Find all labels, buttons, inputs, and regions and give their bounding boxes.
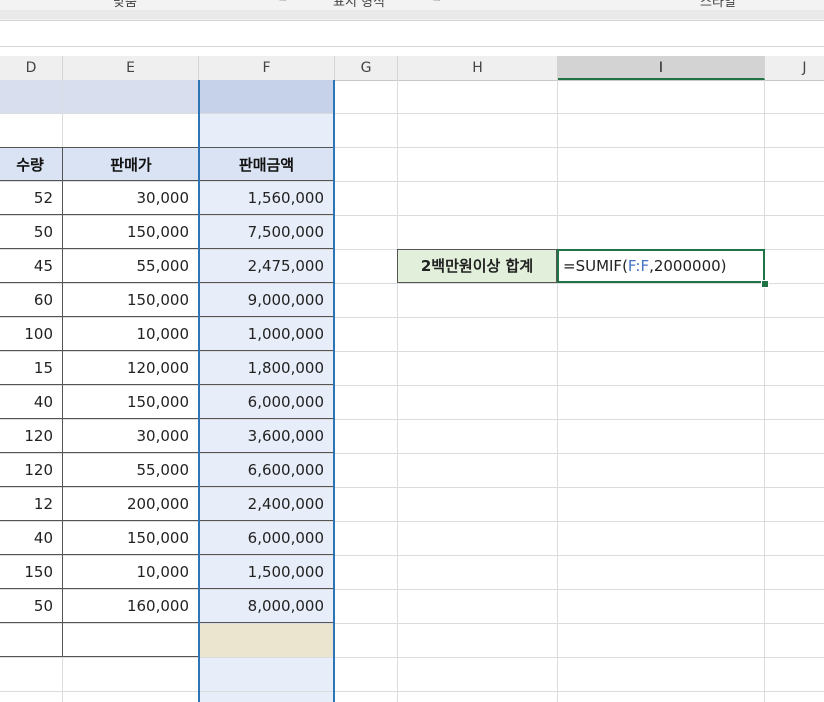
- title-band-cell-f[interactable]: [199, 80, 334, 113]
- column-header-e[interactable]: E: [63, 56, 199, 80]
- price-cell[interactable]: 30,000: [62, 419, 199, 453]
- price-cell[interactable]: 55,000: [62, 249, 199, 283]
- ribbon-group-number-format[interactable]: 표시 형식: [333, 0, 385, 10]
- worksheet-grid[interactable]: 수량 판매가 판매금액 52 30,000 1,560,000 50 150,0…: [0, 80, 824, 702]
- column-header-d[interactable]: D: [0, 56, 63, 80]
- gridline: [764, 80, 765, 702]
- qty-cell[interactable]: 15: [0, 351, 63, 385]
- formula-bar-area[interactable]: [0, 21, 824, 47]
- gridline: [0, 113, 824, 114]
- price-cell[interactable]: 150,000: [62, 521, 199, 555]
- fill-handle[interactable]: [761, 280, 769, 288]
- amount-cell[interactable]: 1,800,000: [198, 351, 335, 385]
- qty-cell[interactable]: 52: [0, 181, 63, 215]
- gridline: [0, 691, 824, 692]
- ribbon-group-alignment[interactable]: 맞춤: [113, 0, 137, 10]
- qty-cell[interactable]: 120: [0, 453, 63, 487]
- amount-cell[interactable]: 6,000,000: [198, 385, 335, 419]
- ribbon-group-styles[interactable]: 스타일: [700, 0, 736, 10]
- qty-cell[interactable]: 120: [0, 419, 63, 453]
- qty-cell[interactable]: 12: [0, 487, 63, 521]
- price-cell[interactable]: 150,000: [62, 215, 199, 249]
- alignment-dialog-launcher-icon[interactable]: ⇲: [279, 0, 287, 4]
- price-cell[interactable]: 160,000: [62, 589, 199, 623]
- price-cell[interactable]: 55,000: [62, 453, 199, 487]
- column-header-i[interactable]: I: [558, 56, 765, 80]
- formula-suffix: ,2000000): [649, 257, 727, 275]
- title-band-cell[interactable]: [0, 80, 198, 113]
- selection-border-right: [333, 80, 335, 702]
- amount-cell[interactable]: 6,600,000: [198, 453, 335, 487]
- gridline: [0, 657, 824, 658]
- amount-cell[interactable]: 7,500,000: [198, 215, 335, 249]
- amount-cell[interactable]: 1,000,000: [198, 317, 335, 351]
- column-header-g[interactable]: G: [335, 56, 398, 80]
- qty-cell[interactable]: 50: [0, 589, 63, 623]
- price-cell[interactable]: 10,000: [62, 555, 199, 589]
- amount-cell[interactable]: 3,600,000: [198, 419, 335, 453]
- amount-cell[interactable]: 8,000,000: [198, 589, 335, 623]
- qty-cell[interactable]: 40: [0, 385, 63, 419]
- header-price[interactable]: 판매가: [62, 147, 199, 181]
- qty-cell[interactable]: 60: [0, 283, 63, 317]
- header-qty[interactable]: 수량: [0, 147, 63, 181]
- total-qty-cell[interactable]: [0, 623, 63, 657]
- ribbon-area: 맞춤 ⇲ 표시 형식 ⇲ 스타일: [0, 0, 824, 21]
- qty-cell[interactable]: 150: [0, 555, 63, 589]
- total-price-cell[interactable]: [62, 623, 199, 657]
- qty-cell[interactable]: 45: [0, 249, 63, 283]
- amount-cell[interactable]: 6,000,000: [198, 521, 335, 555]
- ribbon-bottom-bar: [0, 10, 824, 19]
- qty-cell[interactable]: 50: [0, 215, 63, 249]
- number-format-dialog-launcher-icon[interactable]: ⇲: [433, 0, 441, 4]
- price-cell[interactable]: 30,000: [62, 181, 199, 215]
- criteria-label-cell[interactable]: 2백만원이상 합계: [397, 249, 557, 283]
- amount-cell[interactable]: 9,000,000: [198, 283, 335, 317]
- amount-cell[interactable]: 2,400,000: [198, 487, 335, 521]
- price-cell[interactable]: 10,000: [62, 317, 199, 351]
- price-cell[interactable]: 200,000: [62, 487, 199, 521]
- total-amount-cell[interactable]: [200, 624, 333, 657]
- gridline: [557, 80, 558, 702]
- formula-prefix: =SUMIF(: [563, 257, 628, 275]
- amount-cell[interactable]: 1,500,000: [198, 555, 335, 589]
- selection-border-left: [198, 80, 200, 702]
- gridline: [397, 80, 398, 702]
- header-amount[interactable]: 판매금액: [198, 147, 335, 181]
- column-header-f[interactable]: F: [199, 56, 335, 80]
- price-cell[interactable]: 150,000: [62, 385, 199, 419]
- column-header-row: D E F G H I J: [0, 56, 824, 81]
- price-cell[interactable]: 150,000: [62, 283, 199, 317]
- qty-cell[interactable]: 100: [0, 317, 63, 351]
- qty-cell[interactable]: 40: [0, 521, 63, 555]
- column-header-h[interactable]: H: [398, 56, 558, 80]
- amount-cell[interactable]: 1,560,000: [198, 181, 335, 215]
- formula-range-reference: F:F: [627, 257, 650, 275]
- amount-cell[interactable]: 2,475,000: [198, 249, 335, 283]
- price-cell[interactable]: 120,000: [62, 351, 199, 385]
- column-header-j[interactable]: J: [765, 56, 824, 80]
- active-formula-cell[interactable]: =SUMIF(F:F,2000000): [557, 249, 765, 283]
